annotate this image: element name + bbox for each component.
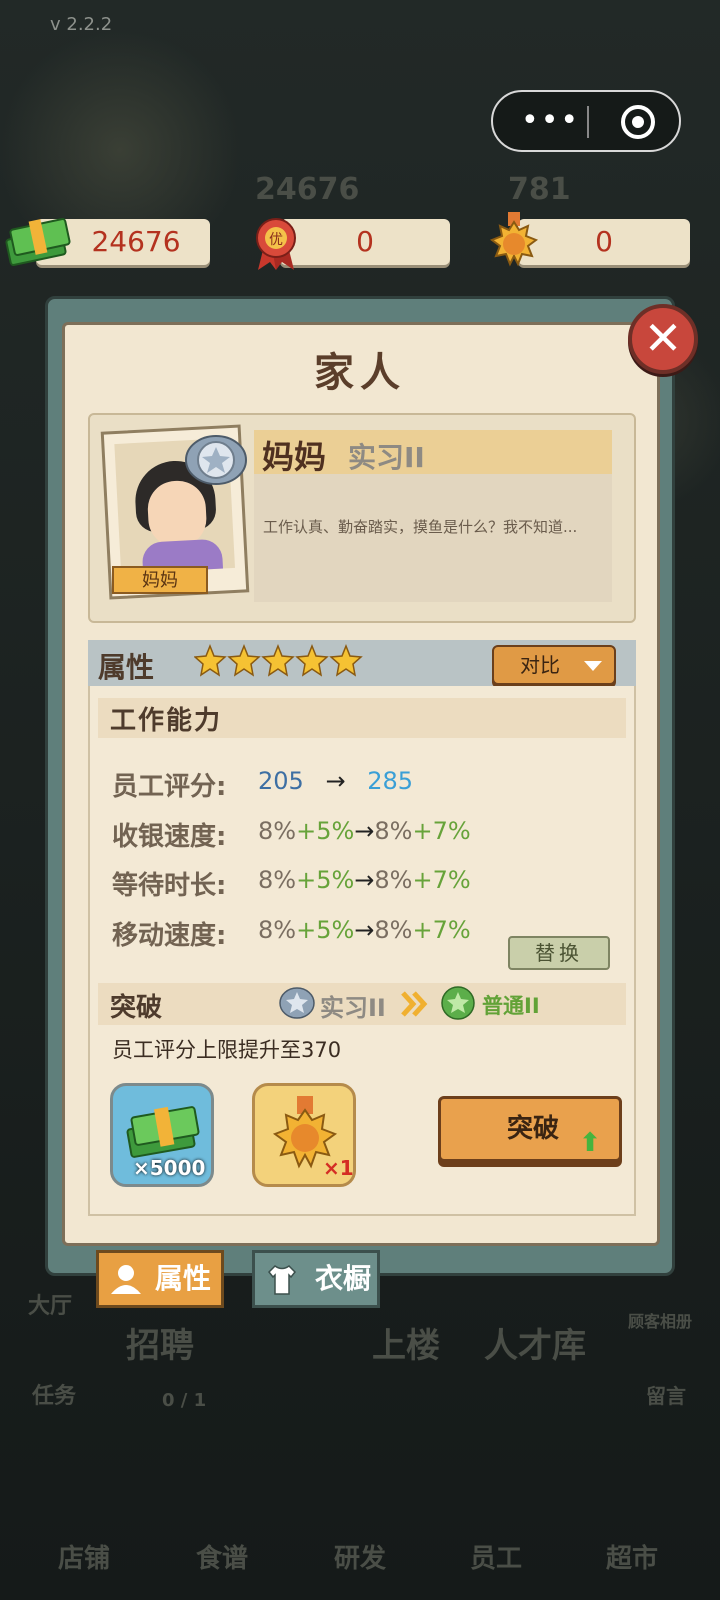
attributes-title: 属性 [98, 651, 155, 684]
stat-new-base: 8% [374, 916, 413, 944]
medal-resource-bar: 0 [518, 219, 690, 265]
bg-side-left-1[interactable]: 任务 [32, 1378, 76, 1410]
tab-wardrobe-label: 衣橱 [315, 1262, 372, 1295]
staff-rank: 实习II [348, 441, 425, 474]
star-icon [295, 644, 329, 677]
arrow-icon: → [354, 817, 375, 845]
chevron-down-icon [584, 661, 602, 671]
bg-nav-staff[interactable]: 员工 [470, 1538, 522, 1575]
close-miniprogram-icon[interactable] [621, 105, 655, 139]
cash-value: 24676 [91, 225, 181, 258]
breakthrough-from-rank: 实习II [320, 994, 386, 1022]
breakthrough-button-label: 突破 [507, 1114, 560, 1144]
portrait-name-tag: 妈妈 [112, 566, 208, 594]
bg-recruit-count: 0 / 1 [162, 1390, 207, 1411]
stat-base: 8% [258, 817, 297, 845]
compare-label: 对比 [520, 653, 560, 677]
stat-value-wait-time: 8%+5%→8%+7% [258, 866, 471, 894]
stat-base: 8% [258, 866, 297, 894]
double-chevron-right-icon [401, 991, 428, 1017]
cost-medal-item[interactable]: ×1 [252, 1083, 356, 1187]
medal-value: 0 [595, 225, 613, 258]
stat-new-bonus: +7% [412, 916, 471, 944]
stat-label-wait-time: 等待时长: [112, 871, 227, 901]
cost-cash-item[interactable]: ×5000 [110, 1083, 214, 1187]
dialog-title: 家人 [314, 350, 406, 396]
bg-talent-button[interactable]: 人才库 [484, 1318, 586, 1367]
bg-nav-research[interactable]: 研发 [334, 1538, 386, 1575]
bg-gems-value: 781 [508, 172, 571, 207]
bg-recruit-button[interactable]: 招聘 [126, 1318, 194, 1367]
more-menu-icon[interactable]: ••• [521, 106, 580, 136]
stat-new-base: 8% [374, 817, 413, 845]
silver-star-badge-icon [185, 435, 247, 485]
stat-label-checkout-speed: 收银速度: [112, 822, 227, 852]
tab-wardrobe[interactable]: 衣橱 [252, 1250, 380, 1308]
breakthrough-to-rank: 普通II [482, 994, 540, 1018]
arrow-icon: → [354, 916, 375, 944]
compare-dropdown[interactable]: 对比 [492, 645, 616, 685]
coupon-resource-bar: 0 [280, 219, 450, 265]
portrait-face [146, 479, 208, 549]
arrow-icon: → [325, 767, 346, 795]
bg-side-right-1[interactable]: 留言 [646, 1380, 686, 1409]
replace-button[interactable]: 替换 [508, 936, 610, 970]
cash-stack-icon [5, 218, 71, 266]
stat-bonus: +5% [296, 916, 355, 944]
breakthrough-button[interactable]: 突破 ⬆ [438, 1096, 622, 1162]
stat-bonus: +5% [296, 866, 355, 894]
stat-new-bonus: +7% [412, 866, 471, 894]
rating-current: 205 [258, 767, 304, 795]
bg-side-left-0[interactable]: 大厅 [28, 1288, 72, 1320]
cash-stack-icon [126, 1106, 200, 1158]
staff-name: 妈妈 [262, 438, 327, 476]
star-icon [194, 644, 227, 677]
bg-side-right-0[interactable]: 顾客相册 [628, 1308, 692, 1332]
bg-cash-value: 24676 [255, 172, 360, 207]
bg-nav-supermarket[interactable]: 超市 [606, 1538, 658, 1575]
person-icon [111, 1265, 141, 1294]
star-icon [329, 644, 363, 677]
cost-cash-count: ×5000 [133, 1156, 206, 1180]
medal-icon [489, 212, 539, 267]
close-button[interactable]: ✕ [628, 304, 698, 374]
shirt-icon [267, 1265, 297, 1295]
close-icon: ✕ [643, 311, 683, 365]
cost-medal-count: ×1 [323, 1156, 354, 1180]
miniprogram-capsule: ••• [491, 90, 681, 152]
star-rating [194, 644, 363, 677]
staff-description: 工作认真、勤奋踏实，摸鱼是什么？我不知道... [263, 518, 578, 536]
svg-text:优: 优 [269, 232, 283, 248]
stat-value-checkout-speed: 8%+5%→8%+7% [258, 817, 471, 845]
stat-new-bonus: +7% [412, 817, 471, 845]
tab-attributes-label: 属性 [155, 1262, 212, 1295]
arrow-icon: → [354, 866, 375, 894]
stat-new-base: 8% [374, 866, 413, 894]
capsule-divider [587, 106, 589, 138]
version-label: v 2.2.2 [50, 14, 113, 35]
rating-next: 285 [367, 767, 414, 795]
star-icon [227, 644, 261, 677]
stat-label-move-speed: 移动速度: [112, 921, 227, 951]
stat-value-rating: 205 → 285 [258, 767, 413, 795]
stat-base: 8% [258, 916, 297, 944]
stat-bonus: +5% [296, 817, 355, 845]
green-star-badge-icon [441, 986, 475, 1020]
description-box [254, 474, 612, 602]
bg-nav-shop[interactable]: 店铺 [58, 1538, 110, 1575]
silver-star-badge-icon [279, 987, 315, 1019]
bg-upstairs-button[interactable]: 上楼 [372, 1318, 440, 1367]
star-icon [261, 644, 295, 677]
stat-value-move-speed: 8%+5%→8%+7% [258, 916, 471, 944]
stat-label-rating: 员工评分: [112, 772, 227, 802]
breakthrough-description: 员工评分上限提升至370 [112, 1038, 342, 1062]
tab-attributes[interactable]: 属性 [96, 1250, 224, 1308]
breakthrough-title: 突破 [110, 993, 163, 1023]
up-arrow-icon: ⬆ [579, 1128, 601, 1158]
coupon-ribbon-icon: 优 [256, 218, 296, 270]
work-ability-title: 工作能力 [110, 706, 223, 736]
bg-nav-recipe[interactable]: 食谱 [196, 1538, 248, 1575]
coupon-value: 0 [356, 225, 374, 258]
